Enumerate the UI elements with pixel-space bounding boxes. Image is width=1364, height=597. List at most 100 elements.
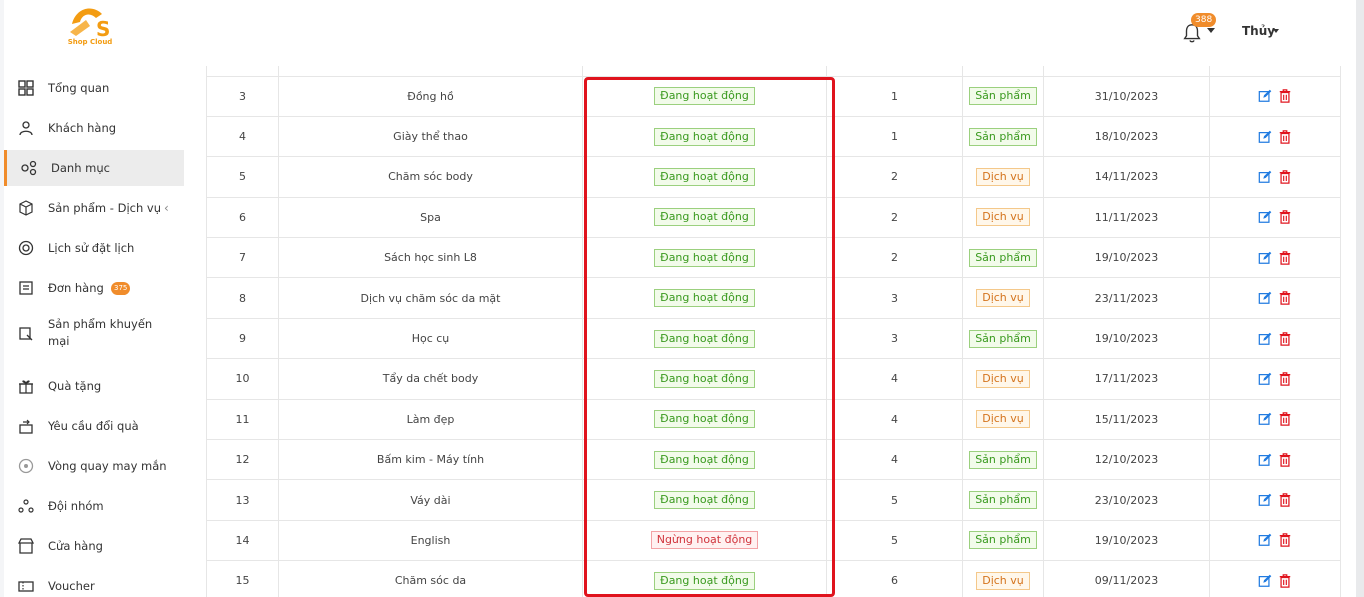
status-badge: Đang hoạt động (654, 127, 755, 146)
user-menu[interactable]: Thủy (1242, 24, 1275, 38)
sidebar-item[interactable]: Lịch sử đặt lịch (4, 230, 184, 266)
notification-badge: 388 (1191, 13, 1217, 27)
type-badge: Dịch vụ (976, 167, 1030, 186)
trash-icon[interactable] (1278, 331, 1292, 346)
edit-icon[interactable] (1258, 210, 1272, 224)
chevron-down-icon[interactable] (1207, 28, 1215, 33)
status-cell: Đang hoạt động (582, 358, 827, 400)
actions-cell (1209, 277, 1341, 319)
trash-icon[interactable] (1278, 493, 1292, 507)
trash-icon[interactable] (1278, 170, 1292, 184)
edit-icon[interactable] (1258, 574, 1272, 588)
type-cell: Dịch vụ (962, 196, 1044, 239)
sidebar-item[interactable]: Vòng quay may mắn (4, 448, 184, 484)
type-cell: Dịch vụ (962, 277, 1044, 319)
row-number: 3 (206, 75, 279, 117)
sidebar-item-label: Quà tặng (48, 378, 102, 393)
edit-icon[interactable] (1258, 412, 1272, 426)
edit-icon[interactable] (1258, 130, 1272, 144)
edit-icon[interactable] (1258, 332, 1272, 346)
type-badge: Dịch vụ (976, 410, 1030, 429)
actions-cell (1209, 358, 1341, 400)
chevron-down-icon[interactable] (1273, 29, 1279, 33)
type-badge: Dịch vụ (976, 571, 1030, 590)
edit-icon[interactable] (1258, 493, 1272, 507)
sidebar-item[interactable]: Sản phẩm - Dịch vụ ‹ (4, 190, 184, 226)
sidebar-item[interactable]: Tổng quan (4, 70, 184, 106)
sidebar-item-label: Tổng quan (48, 80, 110, 95)
status-badge: Đang hoạt động (654, 289, 755, 308)
sidebar-item[interactable]: Sản phẩm khuyến mại (4, 310, 184, 356)
sidebar-item[interactable]: Voucher (4, 568, 184, 597)
gift-icon (19, 380, 33, 394)
category-name: Đồng hồ (278, 75, 583, 117)
status-cell: Đang hoạt động (582, 439, 827, 481)
table-row: 15 Chăm sóc da Đang hoạt động 6 Dịch vụ 09/11… (206, 560, 1341, 597)
table-row: 9 Học cụ Đang hoạt động 3 Sản phẩm 19/10/2023 (206, 317, 1341, 360)
trash-icon[interactable] (1278, 89, 1292, 103)
type-badge: Sản phẩm (969, 531, 1037, 550)
row-number: 6 (206, 196, 279, 239)
edit-icon[interactable] (1258, 251, 1272, 265)
sort-order: 6 (826, 560, 963, 597)
type-badge: Sản phẩm (969, 491, 1037, 510)
category-name: Học cụ (278, 317, 583, 360)
sidebar-item[interactable]: Đơn hàng 375 (4, 270, 184, 306)
table-row: 4 Giày thể thao Đang hoạt động 1 Sản phẩm 18/… (206, 115, 1341, 158)
trash-icon[interactable] (1278, 210, 1292, 225)
history-icon (18, 240, 34, 256)
sort-order: 1 (826, 115, 963, 158)
edit-icon[interactable] (1258, 372, 1272, 386)
table-row: 8 Dịch vụ chăm sóc da mặt Đang hoạt động 3 D… (206, 277, 1341, 319)
voucher-icon (18, 581, 34, 592)
sidebar: Tổng quan Khách hàng Danh mục Sản phẩm - Dị… (4, 66, 188, 597)
top-bar (4, 0, 1356, 66)
edit-icon[interactable] (1258, 291, 1272, 305)
sidebar-item[interactable]: Khách hàng (4, 110, 184, 146)
sidebar-item[interactable]: Đội nhóm (4, 488, 184, 524)
sidebar-item[interactable]: Quà tặng (4, 368, 184, 404)
sidebar-item[interactable]: Danh mục (4, 150, 184, 186)
trash-icon[interactable] (1278, 412, 1292, 427)
sort-order: 2 (826, 156, 963, 198)
edit-icon[interactable] (1258, 453, 1272, 467)
type-badge: Sản phẩm (969, 127, 1037, 146)
box-icon (19, 200, 33, 216)
trash-icon[interactable] (1278, 372, 1292, 386)
sidebar-item-label: Danh mục (51, 160, 110, 175)
category-name: Tẩy da chết body (278, 358, 583, 400)
trash-icon[interactable] (1278, 129, 1292, 144)
trash-icon[interactable] (1278, 533, 1292, 548)
type-cell: Sản phẩm (962, 519, 1044, 562)
type-badge: Sản phẩm (969, 248, 1037, 267)
edit-icon[interactable] (1258, 533, 1272, 547)
sidebar-item-label: Lịch sử đặt lịch (48, 240, 135, 255)
trash-icon[interactable] (1278, 251, 1292, 265)
edit-icon[interactable] (1258, 89, 1272, 103)
status-badge: Đang hoạt động (654, 329, 755, 348)
chevron-left-icon[interactable]: ‹ (164, 201, 169, 215)
sort-order: 3 (826, 277, 963, 319)
status-badge: Đang hoạt động (654, 248, 755, 267)
sidebar-item[interactable]: Yêu cầu đổi quà (4, 408, 184, 444)
created-date: 18/10/2023 (1043, 115, 1210, 158)
row-number: 15 (206, 560, 279, 597)
sort-order: 5 (826, 519, 963, 562)
sidebar-item[interactable]: Cửa hàng (4, 528, 184, 564)
row-number: 8 (206, 277, 279, 319)
actions-cell (1209, 237, 1341, 279)
scrollbar[interactable] (1356, 0, 1364, 597)
trash-icon[interactable] (1278, 291, 1292, 305)
row-number: 5 (206, 156, 279, 198)
type-cell: Dịch vụ (962, 156, 1044, 198)
wheel-icon (18, 458, 34, 474)
created-date: 19/10/2023 (1043, 519, 1210, 562)
sort-order: 3 (826, 317, 963, 360)
trash-icon[interactable] (1278, 452, 1292, 467)
sidebar-item-label: Yêu cầu đổi quà (48, 418, 139, 433)
actions-cell (1209, 519, 1341, 562)
status-badge: Đang hoạt động (654, 369, 755, 388)
trash-icon[interactable] (1278, 574, 1292, 588)
edit-icon[interactable] (1258, 170, 1272, 184)
created-date: 19/10/2023 (1043, 317, 1210, 360)
